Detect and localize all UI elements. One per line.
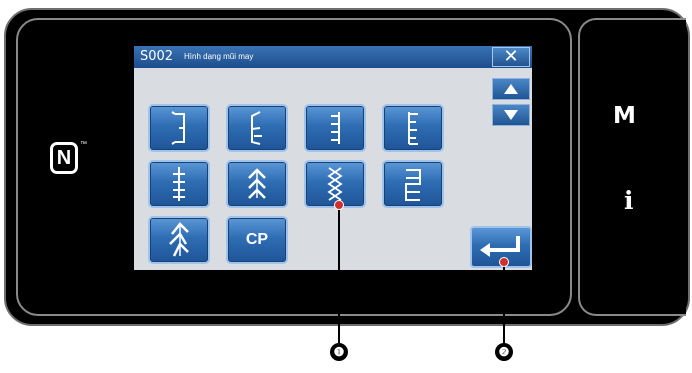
stitch-shape-button-4[interactable]	[382, 104, 444, 152]
stitch-shape-button-1[interactable]	[148, 104, 210, 152]
side-key-panel	[578, 18, 686, 316]
stitch-shape-9-icon	[169, 222, 189, 257]
up-arrow-icon	[504, 84, 518, 94]
nfc-icon: N	[50, 142, 78, 174]
stitch-shape-5-icon	[173, 167, 185, 201]
stitch-shape-2-icon	[251, 111, 262, 145]
stitch-shape-button-5[interactable]	[148, 160, 210, 208]
stitch-shape-dialog: S002 Hình dạng mũi may ✕ CP	[134, 46, 532, 270]
stitch-shape-4-icon	[408, 112, 418, 145]
callout-dot-2	[499, 257, 509, 267]
callout-dot-1	[334, 200, 344, 210]
close-button[interactable]: ✕	[492, 47, 530, 67]
cp-label: CP	[245, 231, 269, 248]
cp-button[interactable]: CP	[226, 216, 288, 264]
callout-marker-2: ❷	[495, 343, 513, 361]
scroll-down-button[interactable]	[492, 104, 530, 126]
stitch-shape-button-6[interactable]	[226, 160, 288, 208]
stitch-shape-button-3[interactable]	[304, 104, 366, 152]
callout-marker-1: ❶	[330, 343, 348, 361]
close-icon: ✕	[503, 46, 519, 66]
screen-code: S002	[140, 49, 174, 64]
dialog-title: Hình dạng mũi may	[184, 52, 254, 61]
stitch-shape-button-8[interactable]	[382, 160, 444, 208]
m-key[interactable]: M	[613, 103, 636, 129]
nfc-trademark: ™	[80, 141, 87, 148]
callout-line-2	[503, 262, 505, 344]
title-bar: S002 Hình dạng mũi may ✕	[134, 46, 532, 68]
info-key[interactable]: i	[624, 186, 634, 215]
stitch-shape-button-2[interactable]	[226, 104, 288, 152]
scroll-up-button[interactable]	[492, 78, 530, 100]
stitch-shape-8-icon	[405, 169, 421, 201]
stitch-shape-6-icon	[248, 168, 266, 199]
stitch-shape-7-icon	[327, 167, 343, 201]
stitch-shape-3-icon	[331, 112, 340, 144]
callout-line-1	[338, 205, 340, 343]
stitch-shape-button-9[interactable]	[148, 216, 210, 264]
down-arrow-icon	[504, 110, 518, 120]
stitch-shape-1-icon	[171, 111, 185, 145]
